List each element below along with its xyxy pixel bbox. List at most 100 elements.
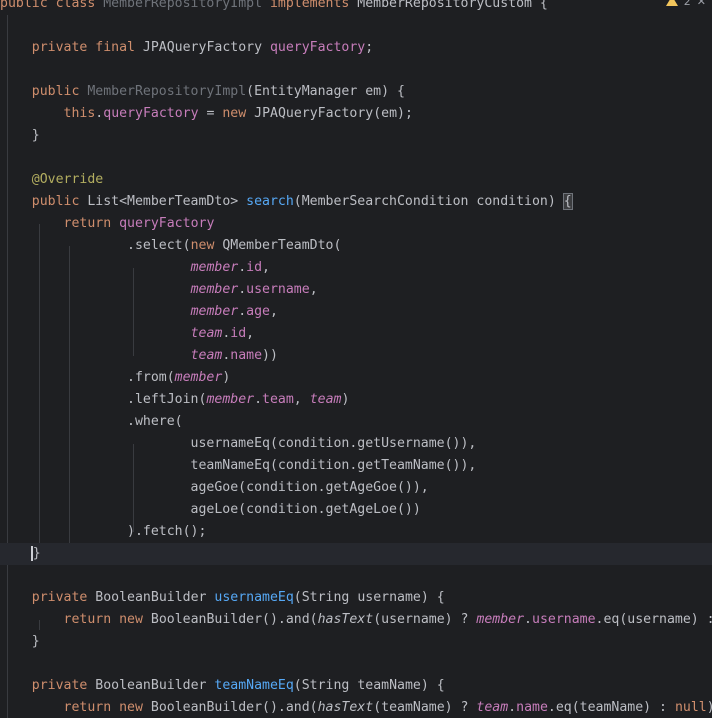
code-token: .leftJoin(: [0, 392, 207, 407]
code-token: member: [190, 304, 239, 319]
code-line[interactable]: public MemberRepositoryImpl(EntityManage…: [0, 81, 712, 103]
code-token: (EntityManager em) {: [246, 84, 405, 99]
code-token: name: [230, 348, 263, 363]
code-line[interactable]: @Override: [0, 169, 712, 191]
code-token: public: [31, 194, 88, 209]
code-token: public: [31, 84, 88, 99]
code-token: private: [31, 678, 96, 693]
code-token: List<MemberTeamDto>: [87, 194, 247, 209]
code-token: .: [508, 700, 517, 715]
code-line[interactable]: usernameEq(condition.getUsername()),: [0, 433, 712, 455]
code-line[interactable]: public List<MemberTeamDto> search(Member…: [0, 191, 712, 213]
code-token: }: [0, 634, 40, 649]
code-line[interactable]: this.queryFactory = new JPAQueryFactory(…: [0, 103, 712, 125]
code-token: ,: [269, 304, 278, 319]
code-token: private final: [31, 40, 143, 55]
code-line[interactable]: ageGoe(condition.getAgeGoe()),: [0, 477, 712, 499]
code-token: (String username) {: [293, 590, 445, 605]
code-token: teamNameEq(condition.getTeamName()),: [0, 458, 477, 473]
code-token: .: [254, 392, 263, 407]
code-line[interactable]: return queryFactory: [0, 213, 712, 235]
code-token: member: [476, 612, 525, 627]
code-token: implements: [262, 0, 358, 11]
code-line[interactable]: ).fetch();: [0, 521, 712, 543]
code-token: @Override: [31, 172, 104, 187]
code-line[interactable]: private final JPAQueryFactory queryFacto…: [0, 37, 712, 59]
code-token: team: [262, 392, 294, 407]
code-token: );: [707, 700, 712, 715]
code-token: age: [246, 304, 270, 319]
code-token: ): [341, 392, 350, 407]
code-token: .: [238, 304, 247, 319]
code-token: .: [524, 612, 532, 627]
code-token: teamNameEq: [214, 678, 294, 693]
code-line[interactable]: return new BooleanBuilder().and(hasText(…: [0, 609, 712, 631]
code-token: ,: [293, 392, 310, 407]
code-token: queryFactory: [269, 40, 366, 55]
code-token: usernameEq(condition.getUsername()),: [0, 436, 477, 451]
code-token: new: [222, 106, 255, 121]
code-token: .: [238, 260, 247, 275]
code-token: MemberRepositoryImpl: [87, 84, 247, 99]
code-line[interactable]: }: [0, 543, 712, 565]
code-token: member: [190, 260, 239, 275]
code-token: ageGoe(condition.getAgeGoe()),: [0, 480, 429, 495]
code-token: .where(: [0, 414, 183, 429]
code-token: ,: [246, 326, 255, 341]
code-token: .: [238, 282, 247, 297]
code-line[interactable]: teamNameEq(condition.getTeamName()),: [0, 455, 712, 477]
code-token: ,: [309, 282, 318, 297]
code-token: private: [31, 590, 96, 605]
code-token: username: [532, 612, 596, 627]
code-line[interactable]: .leftJoin(member.team, team): [0, 389, 712, 411]
code-line[interactable]: .from(member): [0, 367, 712, 389]
code-token: .eq(username) :: [595, 612, 712, 627]
code-token: ;: [365, 40, 374, 55]
code-line[interactable]: team.id,: [0, 323, 712, 345]
code-token: team: [190, 326, 223, 341]
code-token: team: [190, 348, 223, 363]
code-token: QMemberTeamDto(: [222, 238, 342, 253]
code-editor[interactable]: 2 ✕ public class MemberRepositoryImpl im…: [0, 0, 712, 718]
code-token: team: [309, 392, 342, 407]
code-token: team: [476, 700, 509, 715]
code-token: (String teamName) {: [293, 678, 445, 693]
code-line[interactable]: private BooleanBuilder usernameEq(String…: [0, 587, 712, 609]
code-token: hasText: [317, 700, 374, 715]
code-line[interactable]: }: [0, 125, 712, 147]
code-line[interactable]: public class MemberRepositoryImpl implem…: [0, 0, 712, 15]
code-line[interactable]: return new BooleanBuilder().and(hasText(…: [0, 697, 712, 718]
code-line[interactable]: .where(: [0, 411, 712, 433]
code-token: queryFactory: [103, 106, 199, 121]
code-line[interactable]: private BooleanBuilder teamNameEq(String…: [0, 675, 712, 697]
code-token: hasText: [317, 612, 374, 627]
code-line[interactable]: member.id,: [0, 257, 712, 279]
code-line[interactable]: member.age,: [0, 301, 712, 323]
code-token: JPAQueryFactory(em);: [254, 106, 413, 121]
code-line[interactable]: }: [0, 631, 712, 653]
code-token: return new: [63, 700, 151, 715]
code-token: member: [174, 370, 223, 385]
code-line[interactable]: team.name)): [0, 345, 712, 367]
code-token: (username) ?: [373, 612, 477, 627]
code-token: .from(: [0, 370, 175, 385]
code-line[interactable]: member.username,: [0, 279, 712, 301]
code-token: username: [246, 282, 310, 297]
code-line[interactable]: ageLoe(condition.getAgeLoe()): [0, 499, 712, 521]
code-line[interactable]: .select(new QMemberTeamDto(: [0, 235, 712, 257]
code-token: MemberRepositoryImpl: [103, 0, 263, 11]
code-token: BooleanBuilder: [95, 590, 215, 605]
